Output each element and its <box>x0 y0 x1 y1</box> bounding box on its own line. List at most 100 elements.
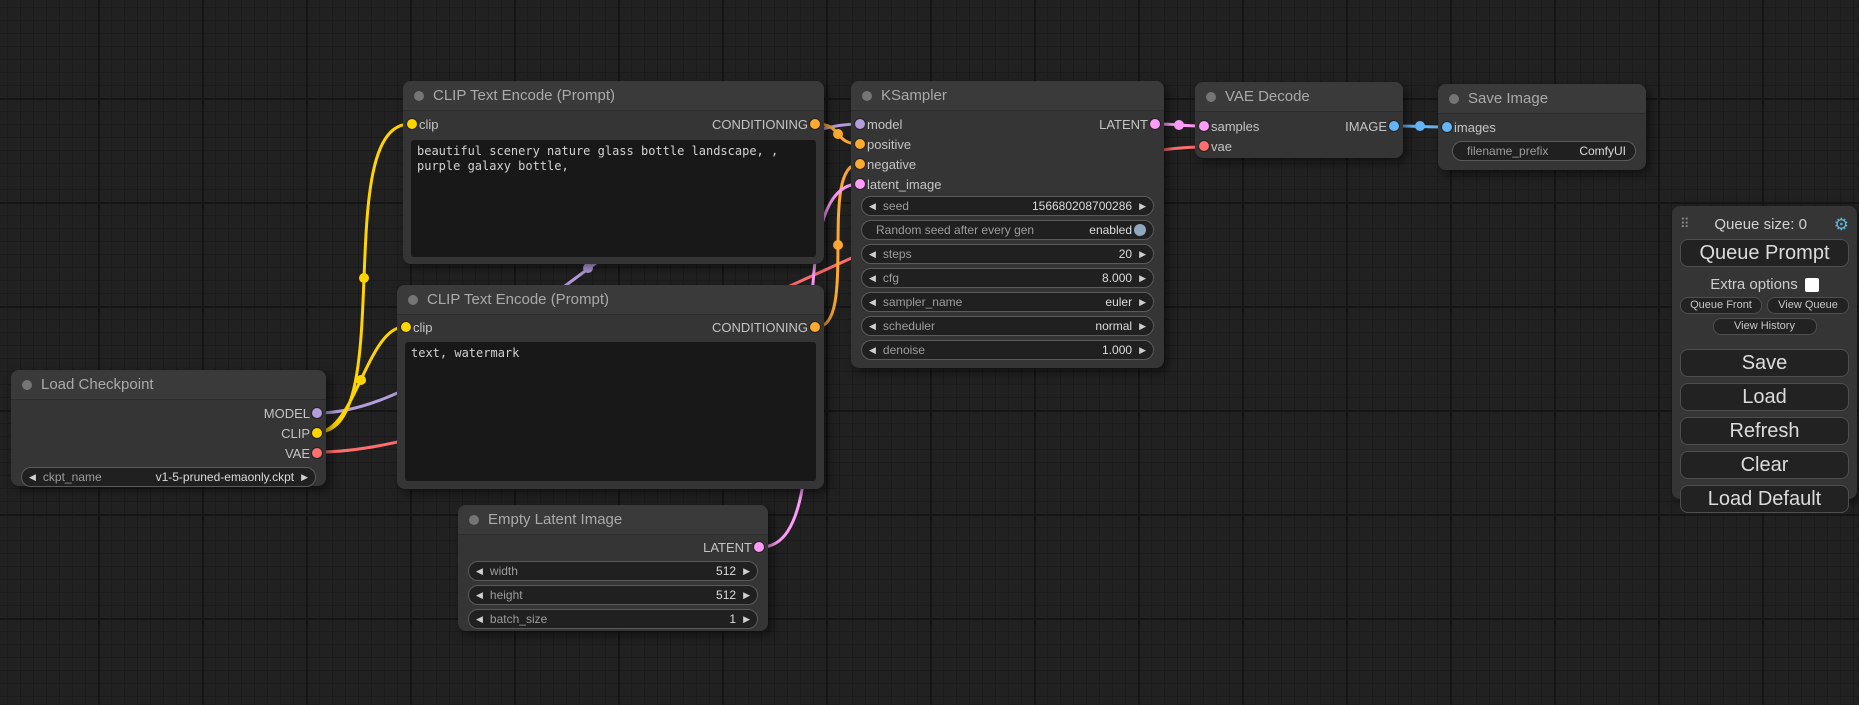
port-images-input[interactable] <box>1442 122 1452 132</box>
port-clip-input[interactable] <box>407 119 417 129</box>
node-title: CLIP Text Encode (Prompt) <box>427 291 609 308</box>
arrow-right-icon[interactable]: ▶ <box>1139 250 1146 259</box>
arrow-right-icon[interactable]: ▶ <box>743 615 750 624</box>
arrow-left-icon[interactable]: ◀ <box>476 615 483 624</box>
output-label-model: MODEL <box>264 406 310 421</box>
node-clip-positive-titlebar[interactable]: CLIP Text Encode (Prompt) <box>403 81 824 111</box>
port-model-input[interactable] <box>855 119 865 129</box>
port-image-output[interactable] <box>1389 121 1399 131</box>
node-title: CLIP Text Encode (Prompt) <box>433 87 615 104</box>
node-vae-decode[interactable]: VAE Decode samples IMAGE vae <box>1195 82 1403 158</box>
port-clip-output[interactable] <box>312 428 322 438</box>
port-latent-output[interactable] <box>1150 119 1160 129</box>
arrow-right-icon[interactable]: ▶ <box>1139 298 1146 307</box>
widget-label: scheduler <box>883 319 935 333</box>
widget-value: 512 <box>716 564 736 578</box>
drag-handle-icon[interactable]: ⠿ <box>1680 216 1688 232</box>
load-button[interactable]: Load <box>1680 383 1849 411</box>
node-clip-text-encode-positive[interactable]: CLIP Text Encode (Prompt) clip CONDITION… <box>403 81 824 264</box>
arrow-right-icon[interactable]: ▶ <box>1139 322 1146 331</box>
node-empty-latent-image[interactable]: Empty Latent Image LATENT ◀ width 512 ▶ … <box>458 505 768 631</box>
port-conditioning-output[interactable] <box>810 119 820 129</box>
widget-filename-prefix[interactable]: filename_prefix ComfyUI <box>1452 141 1636 161</box>
collapse-dot-icon[interactable] <box>469 515 479 525</box>
queue-front-button[interactable]: Queue Front <box>1680 297 1762 314</box>
port-clip-input[interactable] <box>401 322 411 332</box>
arrow-right-icon[interactable]: ▶ <box>301 473 308 482</box>
collapse-dot-icon[interactable] <box>1449 94 1459 104</box>
arrow-left-icon[interactable]: ◀ <box>29 473 36 482</box>
widget-width[interactable]: ◀ width 512 ▶ <box>468 561 758 581</box>
port-negative-input[interactable] <box>855 159 865 169</box>
clear-button[interactable]: Clear <box>1680 451 1849 479</box>
widget-random-seed-toggle[interactable]: Random seed after every gen enabled <box>861 220 1154 240</box>
queue-prompt-button[interactable]: Queue Prompt <box>1680 239 1849 267</box>
node-ksampler[interactable]: KSampler model LATENT positive negative … <box>851 81 1164 368</box>
widget-sampler-name[interactable]: ◀ sampler_name euler ▶ <box>861 292 1154 312</box>
node-clip-negative-titlebar[interactable]: CLIP Text Encode (Prompt) <box>397 285 824 315</box>
node-save-image[interactable]: Save Image images filename_prefix ComfyU… <box>1438 84 1646 170</box>
collapse-dot-icon[interactable] <box>22 380 32 390</box>
arrow-right-icon[interactable]: ▶ <box>743 591 750 600</box>
port-model-output[interactable] <box>312 408 322 418</box>
collapse-dot-icon[interactable] <box>408 295 418 305</box>
widget-ckpt-name[interactable]: ◀ ckpt_name v1-5-pruned-emaonly.ckpt ▶ <box>21 467 316 487</box>
node-clip-text-encode-negative[interactable]: CLIP Text Encode (Prompt) clip CONDITION… <box>397 285 824 489</box>
prompt-textarea-positive[interactable]: beautiful scenery nature glass bottle la… <box>411 140 816 257</box>
wire-conditioning-positive-dot <box>833 129 843 139</box>
port-samples-input[interactable] <box>1199 121 1209 131</box>
widget-steps[interactable]: ◀ steps 20 ▶ <box>861 244 1154 264</box>
arrow-left-icon[interactable]: ◀ <box>869 250 876 259</box>
widget-seed[interactable]: ◀ seed 156680208700286 ▶ <box>861 196 1154 216</box>
extra-options-checkbox[interactable] <box>1805 278 1819 292</box>
gear-icon[interactable]: ⚙ <box>1834 216 1849 233</box>
node-load-checkpoint[interactable]: Load Checkpoint MODEL CLIP VAE ◀ ckpt_na… <box>11 370 326 486</box>
node-empty-latent-titlebar[interactable]: Empty Latent Image <box>458 505 768 535</box>
widget-height[interactable]: ◀ height 512 ▶ <box>468 585 758 605</box>
save-button[interactable]: Save <box>1680 349 1849 377</box>
widget-label: cfg <box>883 271 899 285</box>
output-label-conditioning: CONDITIONING <box>712 117 808 132</box>
collapse-dot-icon[interactable] <box>414 91 424 101</box>
arrow-left-icon[interactable]: ◀ <box>869 322 876 331</box>
arrow-left-icon[interactable]: ◀ <box>869 298 876 307</box>
arrow-left-icon[interactable]: ◀ <box>869 274 876 283</box>
port-vae-input[interactable] <box>1199 141 1209 151</box>
prompt-textarea-negative[interactable]: text, watermark <box>405 342 816 481</box>
node-save-image-titlebar[interactable]: Save Image <box>1438 84 1646 114</box>
widget-cfg[interactable]: ◀ cfg 8.000 ▶ <box>861 268 1154 288</box>
widget-value: 156680208700286 <box>1032 199 1132 213</box>
arrow-right-icon[interactable]: ▶ <box>1139 202 1146 211</box>
widget-label: ckpt_name <box>43 470 102 484</box>
input-label-vae: vae <box>1211 139 1232 154</box>
view-history-button[interactable]: View History <box>1713 318 1817 335</box>
view-queue-button[interactable]: View Queue <box>1767 297 1849 314</box>
port-positive-input[interactable] <box>855 139 865 149</box>
arrow-left-icon[interactable]: ◀ <box>476 591 483 600</box>
input-label-images: images <box>1454 120 1496 135</box>
collapse-dot-icon[interactable] <box>1206 92 1216 102</box>
toggle-dot-icon[interactable] <box>1134 224 1146 236</box>
port-vae-output[interactable] <box>312 448 322 458</box>
arrow-right-icon[interactable]: ▶ <box>743 567 750 576</box>
load-default-button[interactable]: Load Default <box>1680 485 1849 513</box>
refresh-button[interactable]: Refresh <box>1680 417 1849 445</box>
arrow-left-icon[interactable]: ◀ <box>869 346 876 355</box>
node-ksampler-titlebar[interactable]: KSampler <box>851 81 1164 111</box>
collapse-dot-icon[interactable] <box>862 91 872 101</box>
queue-menu-panel: ⠿ Queue size: 0 ⚙ Queue Prompt Extra opt… <box>1672 206 1857 499</box>
arrow-right-icon[interactable]: ▶ <box>1139 274 1146 283</box>
node-load-checkpoint-titlebar[interactable]: Load Checkpoint <box>11 370 326 400</box>
arrow-right-icon[interactable]: ▶ <box>1139 346 1146 355</box>
port-latent-output[interactable] <box>754 542 764 552</box>
node-vae-decode-titlebar[interactable]: VAE Decode <box>1195 82 1403 112</box>
widget-denoise[interactable]: ◀ denoise 1.000 ▶ <box>861 340 1154 360</box>
wire-latent-out-dot <box>1174 120 1184 130</box>
comfyui-canvas[interactable]: { "colors": { "model": "#B39DDB", "clip"… <box>0 0 1859 705</box>
port-latent-image-input[interactable] <box>855 179 865 189</box>
widget-scheduler[interactable]: ◀ scheduler normal ▶ <box>861 316 1154 336</box>
port-conditioning-output[interactable] <box>810 322 820 332</box>
arrow-left-icon[interactable]: ◀ <box>476 567 483 576</box>
arrow-left-icon[interactable]: ◀ <box>869 202 876 211</box>
widget-batch-size[interactable]: ◀ batch_size 1 ▶ <box>468 609 758 629</box>
